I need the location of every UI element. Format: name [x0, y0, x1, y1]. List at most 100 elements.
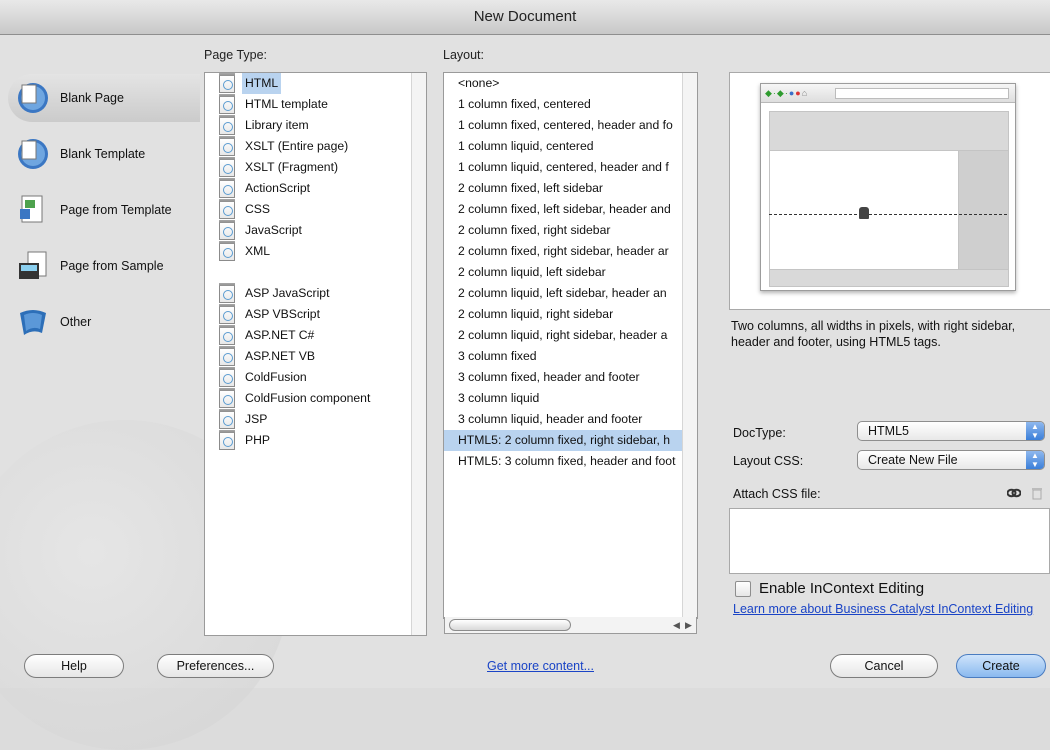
- blank-page-icon: [16, 81, 50, 115]
- page-type-item[interactable]: HTML: [205, 73, 426, 94]
- page-type-item[interactable]: JSP: [205, 409, 426, 430]
- page-type-item[interactable]: ColdFusion component: [205, 388, 426, 409]
- doctype-label: DocType:: [733, 426, 786, 440]
- link-icon[interactable]: [1006, 487, 1022, 499]
- file-icon: [219, 94, 235, 114]
- layout-item[interactable]: 3 column fixed: [444, 346, 697, 367]
- page-type-item[interactable]: CSS: [205, 199, 426, 220]
- scroll-right-icon[interactable]: ▶: [683, 619, 694, 631]
- page-type-item[interactable]: ASP JavaScript: [205, 283, 426, 304]
- page-type-label: JSP: [245, 412, 268, 426]
- page-type-label: Page Type:: [204, 48, 268, 62]
- layout-item[interactable]: 3 column liquid, header and footer: [444, 409, 697, 430]
- category-page-from-sample[interactable]: Page from Sample: [8, 242, 200, 290]
- layout-item[interactable]: 3 column liquid: [444, 388, 697, 409]
- page-type-label: HTML template: [245, 97, 328, 111]
- layout-item[interactable]: <none>: [444, 73, 697, 94]
- category-blank-page[interactable]: Blank Page: [8, 74, 200, 122]
- page-type-label: PHP: [245, 433, 271, 447]
- scroll-left-icon[interactable]: ◀: [671, 619, 682, 631]
- file-icon: [219, 157, 235, 177]
- layout-item[interactable]: 2 column liquid, right sidebar: [444, 304, 697, 325]
- preview-footer-block: [769, 269, 1009, 287]
- file-icon: [219, 430, 235, 450]
- page-type-label: ActionScript: [245, 181, 311, 195]
- layout-item[interactable]: 2 column fixed, right sidebar, header ar: [444, 241, 697, 262]
- get-more-content-text[interactable]: Get more content...: [487, 659, 594, 673]
- new-document-dialog: New Document Page Type: Layout: Blank Pa…: [0, 0, 1050, 750]
- page-type-item[interactable]: ActionScript: [205, 178, 426, 199]
- layout-list[interactable]: <none> 1 column fixed, centered 1 column f…: [443, 72, 698, 619]
- page-type-item[interactable]: ASP.NET VB: [205, 346, 426, 367]
- layout-item[interactable]: 2 column fixed, right sidebar: [444, 220, 697, 241]
- learn-more-link[interactable]: Learn more about Business Catalyst InCon…: [733, 602, 1048, 617]
- preview-toolbar: ◆·◆·●●⌂: [761, 84, 1015, 103]
- preferences-button[interactable]: Preferences...: [157, 654, 274, 678]
- page-type-item[interactable]: PHP: [205, 430, 426, 451]
- incontext-editing-row[interactable]: Enable InContext Editing: [735, 580, 924, 597]
- page-type-item[interactable]: ASP.NET C#: [205, 325, 426, 346]
- doctype-value: HTML5: [868, 424, 909, 438]
- layout-item[interactable]: 1 column fixed, centered: [444, 94, 697, 115]
- page-type-label: ASP JavaScript: [245, 286, 330, 300]
- file-icon: [219, 388, 235, 408]
- page-type-item[interactable]: Library item: [205, 115, 426, 136]
- category-other[interactable]: Other: [8, 298, 200, 346]
- get-more-content-link[interactable]: Get more content...: [487, 659, 594, 673]
- layout-item[interactable]: 2 column liquid, left sidebar, header an: [444, 283, 697, 304]
- blank-template-icon: [16, 137, 50, 171]
- file-icon: [219, 325, 235, 345]
- page-type-item[interactable]: XSLT (Fragment): [205, 157, 426, 178]
- help-button[interactable]: Help: [24, 654, 124, 678]
- page-type-label: XSLT (Fragment): [245, 160, 339, 174]
- preview-browser-frame: ◆·◆·●●⌂: [760, 83, 1016, 291]
- page-type-label: Library item: [245, 118, 309, 132]
- layout-item[interactable]: 2 column fixed, left sidebar: [444, 178, 697, 199]
- layout-item[interactable]: 1 column fixed, centered, header and fo: [444, 115, 697, 136]
- cancel-button[interactable]: Cancel: [830, 654, 938, 678]
- category-blank-template[interactable]: Blank Template: [8, 130, 200, 178]
- category-label: Page from Sample: [60, 259, 164, 273]
- page-type-item[interactable]: ColdFusion: [205, 367, 426, 388]
- file-icon: [219, 115, 235, 135]
- attach-css-list[interactable]: [729, 508, 1050, 574]
- page-type-item[interactable]: XML: [205, 241, 426, 262]
- category-label: Blank Page: [60, 91, 124, 105]
- layout-item[interactable]: 1 column liquid, centered: [444, 136, 697, 157]
- layout-css-select[interactable]: Create New File ▲ ▼: [857, 450, 1045, 470]
- layout-item[interactable]: 1 column liquid, centered, header and f: [444, 157, 697, 178]
- learn-more-text[interactable]: Learn more about Business Catalyst InCon…: [733, 602, 1033, 616]
- page-type-item[interactable]: JavaScript: [205, 220, 426, 241]
- file-icon: [219, 136, 235, 156]
- layout-item[interactable]: 2 column liquid, left sidebar: [444, 262, 697, 283]
- page-type-item[interactable]: ASP VBScript: [205, 304, 426, 325]
- page-type-item[interactable]: HTML template: [205, 94, 426, 115]
- incontext-label: Enable InContext Editing: [759, 580, 925, 597]
- page-type-item[interactable]: XSLT (Entire page): [205, 136, 426, 157]
- layout-item[interactable]: HTML5: 2 column fixed, right sidebar, h: [444, 430, 697, 451]
- incontext-checkbox[interactable]: [735, 580, 751, 597]
- layout-scrollbar[interactable]: [682, 73, 697, 618]
- create-button[interactable]: Create: [956, 654, 1046, 678]
- page-type-items: HTML HTML template Library item XSLT (Entir…: [205, 73, 426, 451]
- layout-item[interactable]: 2 column liquid, right sidebar, header a: [444, 325, 697, 346]
- layout-item[interactable]: HTML5: 3 column fixed, header and foot: [444, 451, 697, 472]
- preview-sidebar-block: [958, 150, 1009, 270]
- trash-icon[interactable]: [1031, 487, 1045, 500]
- scroll-thumb[interactable]: [449, 619, 571, 631]
- layout-item[interactable]: 3 column fixed, header and footer: [444, 367, 697, 388]
- doctype-select[interactable]: HTML5 ▲ ▼: [857, 421, 1045, 441]
- page-type-list[interactable]: HTML HTML template Library item XSLT (Entir…: [204, 72, 427, 636]
- page-type-scrollbar[interactable]: [411, 73, 426, 635]
- layout-description: Two columns, all widths in pixels, with …: [731, 319, 1016, 349]
- file-icon: [219, 283, 235, 303]
- page-from-sample-icon: [16, 249, 50, 283]
- preview-width-line: [769, 214, 1007, 215]
- lock-icon: [859, 207, 869, 219]
- category-page-from-template[interactable]: Page from Template: [8, 186, 200, 234]
- layout-horizontal-scrollbar[interactable]: ◀ ▶: [444, 617, 697, 634]
- file-icon: [219, 220, 235, 240]
- category-label: Page from Template: [60, 203, 172, 217]
- page-type-label: ASP.NET C#: [245, 328, 315, 342]
- layout-item[interactable]: 2 column fixed, left sidebar, header and: [444, 199, 697, 220]
